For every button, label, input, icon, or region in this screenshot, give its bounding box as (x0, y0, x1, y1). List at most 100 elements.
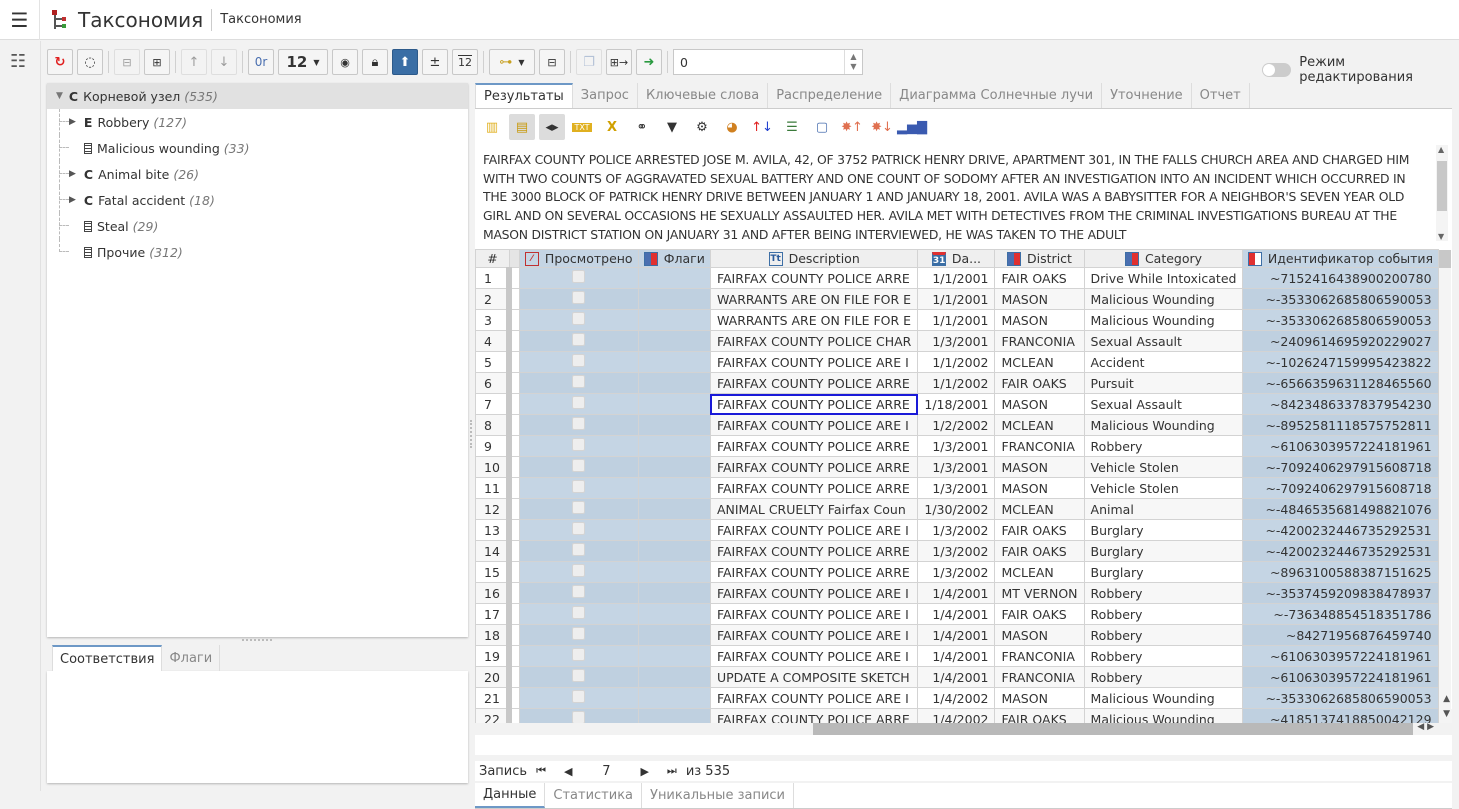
description-cell[interactable]: FAIRFAX COUNTY POLICE ARRE (709, 435, 919, 457)
viewed-checkbox[interactable] (572, 459, 586, 472)
tab-sunburst[interactable]: Диаграмма Солнечные лучи (891, 83, 1103, 108)
viewed-cell[interactable] (518, 582, 639, 604)
date-cell[interactable]: 1/3/2001 (917, 435, 996, 457)
event-id-cell[interactable]: ~4185137418850042129 (1242, 708, 1439, 724)
district-cell[interactable]: FRANCONIA (994, 645, 1085, 667)
date-cell[interactable]: 1/3/2002 (917, 561, 996, 583)
flags-cell[interactable] (637, 645, 711, 667)
tab-matches[interactable]: Соответствия (52, 645, 163, 671)
viewed-cell[interactable] (518, 708, 639, 724)
flags-cell[interactable] (637, 477, 711, 499)
district-cell[interactable]: MCLEAN (994, 561, 1085, 583)
tab-distribution[interactable]: Распределение (768, 83, 892, 108)
table-row[interactable]: 13 FAIRFAX COUNTY POLICE ARE I 1/3/2002 FAI… (475, 519, 1452, 541)
flags-cell[interactable] (637, 687, 711, 709)
district-cell[interactable]: MT VERNON (994, 582, 1085, 604)
table-row[interactable]: 2 WARRANTS ARE ON FILE FOR E 1/1/2001 MASON… (475, 288, 1452, 310)
grid-scrollbar-track[interactable] (1438, 561, 1452, 583)
flags-cell[interactable] (637, 666, 711, 688)
open-taxonomy-dropdown[interactable]: ⊶ ▼ (489, 49, 535, 75)
description-cell[interactable]: FAIRFAX COUNTY POLICE ARE I (709, 519, 919, 541)
col-header-index[interactable]: # (475, 249, 510, 268)
scroll-thumb[interactable] (1437, 161, 1447, 211)
lock-button[interactable]: 🔒︎ (362, 49, 388, 75)
table-row[interactable]: 15 FAIRFAX COUNTY POLICE ARRE 1/3/2002 MCLE… (475, 561, 1452, 583)
col-header-event-id[interactable]: Идентификатор события (1242, 249, 1439, 268)
next-hit-button[interactable]: ✸↓ (869, 114, 895, 140)
category-cell[interactable]: Sexual Assault (1083, 393, 1244, 415)
chart-button[interactable]: ▂▅▇ (897, 114, 927, 140)
event-id-cell[interactable]: ~8423486337837954230 (1242, 393, 1439, 415)
next-record-button[interactable]: ▶ (640, 765, 648, 778)
category-cell[interactable]: Malicious Wounding (1083, 687, 1244, 709)
grid-scrollbar-top[interactable] (1438, 249, 1452, 268)
panel-resize-handle[interactable] (242, 639, 272, 641)
date-cell[interactable]: 1/3/2001 (917, 330, 996, 352)
table-row[interactable]: 3 WARRANTS ARE ON FILE FOR E 1/1/2001 MASON… (475, 309, 1452, 331)
col-header-flags[interactable]: Флаги (637, 249, 711, 268)
category-cell[interactable]: Sexual Assault (1083, 330, 1244, 352)
grid-scrollbar-track[interactable] (1438, 435, 1452, 457)
viewed-cell[interactable] (518, 519, 639, 541)
collapsed-caret-icon[interactable]: ▶ (69, 195, 76, 205)
date-cell[interactable]: 1/3/2001 (917, 477, 996, 499)
event-id-cell[interactable]: ~-3533062685806590053 (1242, 309, 1439, 331)
viewed-cell[interactable] (518, 372, 639, 394)
flags-cell[interactable] (637, 393, 711, 415)
grid-scrollbar-track[interactable] (1438, 645, 1452, 667)
settings-button[interactable]: ⚙ (689, 114, 715, 140)
viewed-cell[interactable] (518, 414, 639, 436)
viewed-cell[interactable] (518, 330, 639, 352)
event-id-cell[interactable]: ~8963100588387151625 (1242, 561, 1439, 583)
flags-cell[interactable] (637, 414, 711, 436)
date-cell[interactable]: 1/4/2001 (917, 603, 996, 625)
category-cell[interactable]: Burglary (1083, 519, 1244, 541)
description-cell[interactable]: FAIRFAX COUNTY POLICE ARE I (709, 582, 919, 604)
table-row[interactable]: 19 FAIRFAX COUNTY POLICE ARE I 1/4/2001 FRA… (475, 645, 1452, 667)
description-cell[interactable]: FAIRFAX COUNTY POLICE ARE I (709, 603, 919, 625)
scroll-up-icon[interactable]: ▲ (1438, 145, 1444, 154)
viewed-checkbox[interactable] (572, 648, 586, 661)
table-row[interactable]: 7 FAIRFAX COUNTY POLICE ARRE 1/18/2001 MASO… (475, 393, 1452, 415)
description-cell[interactable]: WARRANTS ARE ON FILE FOR E (709, 288, 919, 310)
color-button[interactable]: ◕ (719, 114, 745, 140)
edit-mode-toggle[interactable]: Режим редактирования (1262, 55, 1459, 85)
table-row[interactable]: 20 UPDATE A COMPOSITE SKETCH 1/4/2001 FRANC… (475, 666, 1452, 688)
tree-node[interactable]: ▶ E Robbery (127) (47, 109, 468, 135)
flags-cell[interactable] (637, 330, 711, 352)
flags-cell[interactable] (637, 498, 711, 520)
description-cell[interactable]: ANIMAL CRUELTY Fairfax Coun (709, 498, 919, 520)
viewed-cell[interactable] (518, 477, 639, 499)
viewed-checkbox[interactable] (572, 375, 586, 388)
event-id-cell[interactable]: ~-3533062685806590053 (1242, 288, 1439, 310)
flags-cell[interactable] (637, 435, 711, 457)
viewed-checkbox[interactable] (572, 606, 586, 619)
description-cell[interactable]: FAIRFAX COUNTY POLICE ARRE (709, 393, 919, 415)
district-cell[interactable]: FAIR OAKS (994, 267, 1085, 289)
table-row[interactable]: 9 FAIRFAX COUNTY POLICE ARRE 1/3/2001 FRANC… (475, 435, 1452, 457)
viewed-cell[interactable] (518, 561, 639, 583)
description-cell[interactable]: FAIRFAX COUNTY POLICE ARRE (709, 372, 919, 394)
tab-data[interactable]: Данные (475, 783, 546, 808)
event-id-cell[interactable]: ~-6566359631128465560 (1242, 372, 1439, 394)
viewed-checkbox[interactable] (572, 333, 586, 346)
table-row[interactable]: 12 ANIMAL CRUELTY Fairfax Coun 1/30/2002 MC… (475, 498, 1452, 520)
table-row[interactable]: 16 FAIRFAX COUNTY POLICE ARE I 1/4/2001 MT … (475, 582, 1452, 604)
date-cell[interactable]: 1/4/2001 (917, 645, 996, 667)
description-cell[interactable]: FAIRFAX COUNTY POLICE ARRE (709, 477, 919, 499)
event-id-cell[interactable]: ~-4200232446735292531 (1242, 519, 1439, 541)
event-id-cell[interactable]: ~84271956876459740 (1242, 624, 1439, 646)
reset-button[interactable]: ◌ (77, 49, 103, 75)
description-cell[interactable]: FAIRFAX COUNTY POLICE ARE I (709, 414, 919, 436)
description-cell[interactable]: FAIRFAX COUNTY POLICE ARRE (709, 561, 919, 583)
date-cell[interactable]: 1/4/2001 (917, 582, 996, 604)
viewed-cell[interactable] (518, 540, 639, 562)
toggle-switch[interactable] (1262, 63, 1292, 77)
event-id-cell[interactable]: ~-736348854518351786 (1242, 603, 1439, 625)
numbering-button[interactable]: 12 (452, 49, 478, 75)
grid-scroll-up-icon[interactable]: ▲ (1443, 694, 1450, 704)
viewed-checkbox[interactable] (572, 585, 586, 598)
table-row[interactable]: 5 FAIRFAX COUNTY POLICE ARE I 1/1/2002 MCLE… (475, 351, 1452, 373)
find-button[interactable]: ⚭ (629, 114, 655, 140)
flags-cell[interactable] (637, 540, 711, 562)
